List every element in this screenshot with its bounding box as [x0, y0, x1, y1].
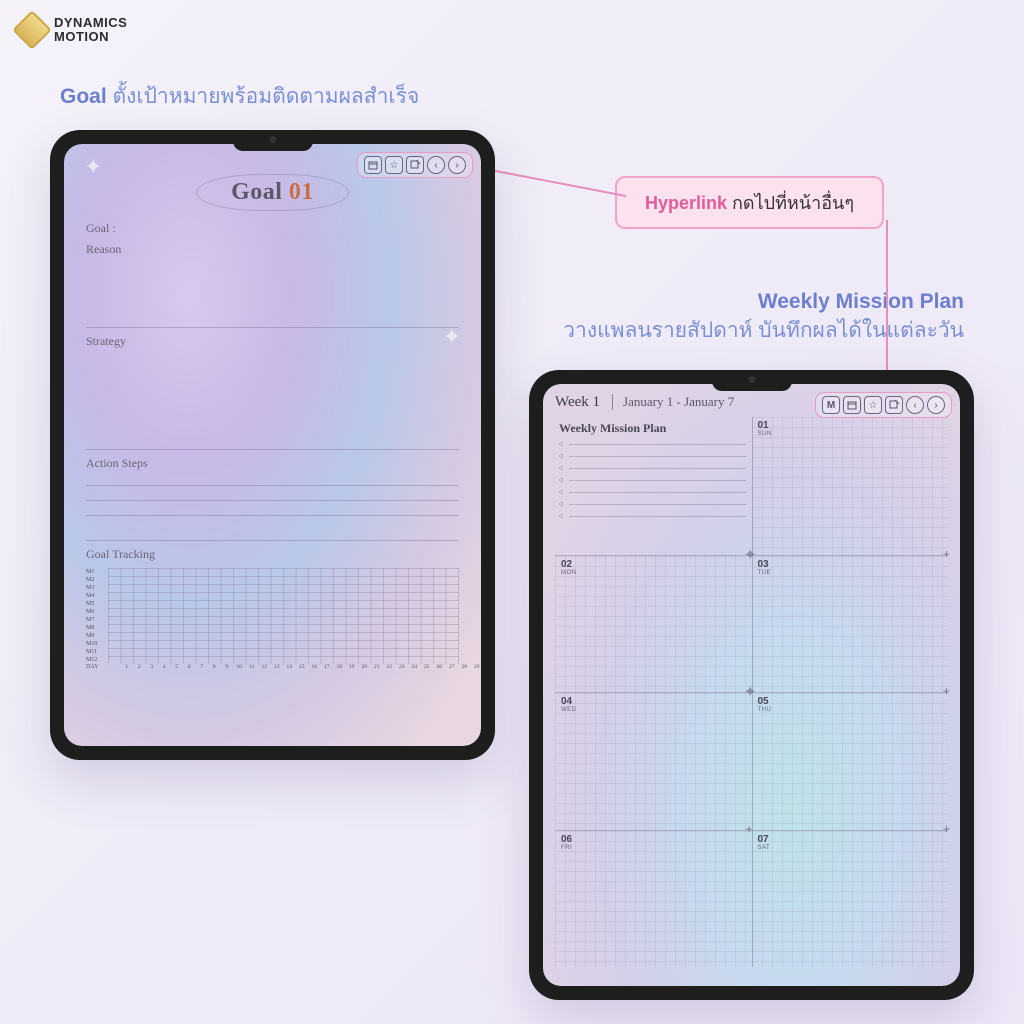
day-number: 26 — [433, 664, 446, 670]
edit-icon[interactable] — [406, 156, 424, 174]
month-label: M1 — [86, 568, 108, 576]
month-label: M5 — [86, 600, 108, 608]
goal-label-action: Action Steps — [86, 456, 459, 471]
day-number: 16 — [308, 664, 321, 670]
goal-label-goal: Goal : — [86, 221, 459, 236]
star-icon[interactable]: ☆ — [385, 156, 403, 174]
day-cell-fri[interactable]: 06 FRI — [555, 830, 752, 968]
mission-line[interactable]: ○ — [559, 498, 746, 510]
day-number: 6 — [183, 664, 196, 670]
mission-line[interactable]: ○ — [559, 462, 746, 474]
day-number: 19 — [345, 664, 358, 670]
day-number: 5 — [170, 664, 183, 670]
day-number: 25 — [420, 664, 433, 670]
prev-icon[interactable]: ‹ — [906, 396, 924, 414]
day-number: 8 — [208, 664, 221, 670]
mission-line[interactable]: ○ — [559, 486, 746, 498]
mission-line[interactable]: ○ — [559, 510, 746, 522]
goal-label-tracking: Goal Tracking — [86, 547, 459, 562]
week-number: Week 1 — [555, 394, 600, 411]
prev-icon[interactable]: ‹ — [427, 156, 445, 174]
tablet-weekly: M ☆ ‹ › Week 1 January 1 - January 7 Wee… — [529, 370, 974, 1000]
goal-label-strategy: Strategy — [86, 334, 459, 349]
day-number: 27 — [445, 664, 458, 670]
month-label: M7 — [86, 616, 108, 624]
day-label: DAY — [86, 664, 98, 670]
weekly-toolbar: M ☆ ‹ › — [815, 392, 952, 418]
mission-line[interactable]: ○ — [559, 450, 746, 462]
month-label: M8 — [86, 624, 108, 632]
weekly-grid: Weekly Mission Plan ○○○○○○○ 01 SUN 02 MO… — [555, 417, 948, 967]
mission-plan-cell: Weekly Mission Plan ○○○○○○○ — [555, 417, 752, 555]
day-number: 20 — [358, 664, 371, 670]
goal-page-title: Goal 01 — [86, 174, 459, 211]
month-label: M12 — [86, 656, 108, 664]
calendar-icon[interactable] — [364, 156, 382, 174]
day-number: 12 — [258, 664, 271, 670]
day-cell-wed[interactable]: 04 WED — [555, 692, 752, 830]
day-number: 17 — [320, 664, 333, 670]
day-number: 11 — [245, 664, 258, 670]
day-cell-sun[interactable]: 01 SUN — [752, 417, 949, 555]
month-label: M11 — [86, 648, 108, 656]
mission-line[interactable]: ○ — [559, 438, 746, 450]
month-label: M10 — [86, 640, 108, 648]
goal-toolbar: ☆ ‹ › — [357, 152, 473, 178]
goal-tracking-grid: M1M2M3M4M5M6M7M8M9M10M11M12 DAY 12345678… — [86, 568, 459, 670]
day-number: 4 — [158, 664, 171, 670]
day-cell-tue[interactable]: 03 TUE — [752, 555, 949, 693]
day-number: 21 — [370, 664, 383, 670]
day-cell-thu[interactable]: 05 THU — [752, 692, 949, 830]
day-number: 29 — [470, 664, 481, 670]
day-cell-mon[interactable]: 02 MON — [555, 555, 752, 693]
day-number: 1 — [120, 664, 133, 670]
edit-icon[interactable] — [885, 396, 903, 414]
day-number: 3 — [145, 664, 158, 670]
goal-label-reason: Reason — [86, 242, 459, 257]
day-number: 14 — [283, 664, 296, 670]
mission-title: Weekly Mission Plan — [559, 421, 752, 436]
day-number: 7 — [195, 664, 208, 670]
next-icon[interactable]: › — [927, 396, 945, 414]
day-number: 13 — [270, 664, 283, 670]
month-label: M6 — [86, 608, 108, 616]
day-number: 2 — [133, 664, 146, 670]
star-icon[interactable]: ☆ — [864, 396, 882, 414]
day-number: 23 — [395, 664, 408, 670]
day-number: 10 — [233, 664, 246, 670]
mission-line[interactable]: ○ — [559, 474, 746, 486]
day-number: 22 — [383, 664, 396, 670]
day-number: 15 — [295, 664, 308, 670]
day-number: 18 — [333, 664, 346, 670]
next-icon[interactable]: › — [448, 156, 466, 174]
month-label: M2 — [86, 576, 108, 584]
day-number: 24 — [408, 664, 421, 670]
week-range: January 1 - January 7 — [612, 394, 734, 410]
month-button[interactable]: M — [822, 396, 840, 414]
day-number: 9 — [220, 664, 233, 670]
tablet-goal: ☆ ‹ › ✦ ✦ Goal 01 Goal : Reason S — [50, 130, 495, 760]
month-label: M9 — [86, 632, 108, 640]
month-label: M4 — [86, 592, 108, 600]
day-cell-sat[interactable]: 07 SAT — [752, 830, 949, 968]
day-number: 28 — [458, 664, 471, 670]
month-label: M3 — [86, 584, 108, 592]
calendar-icon[interactable] — [843, 396, 861, 414]
